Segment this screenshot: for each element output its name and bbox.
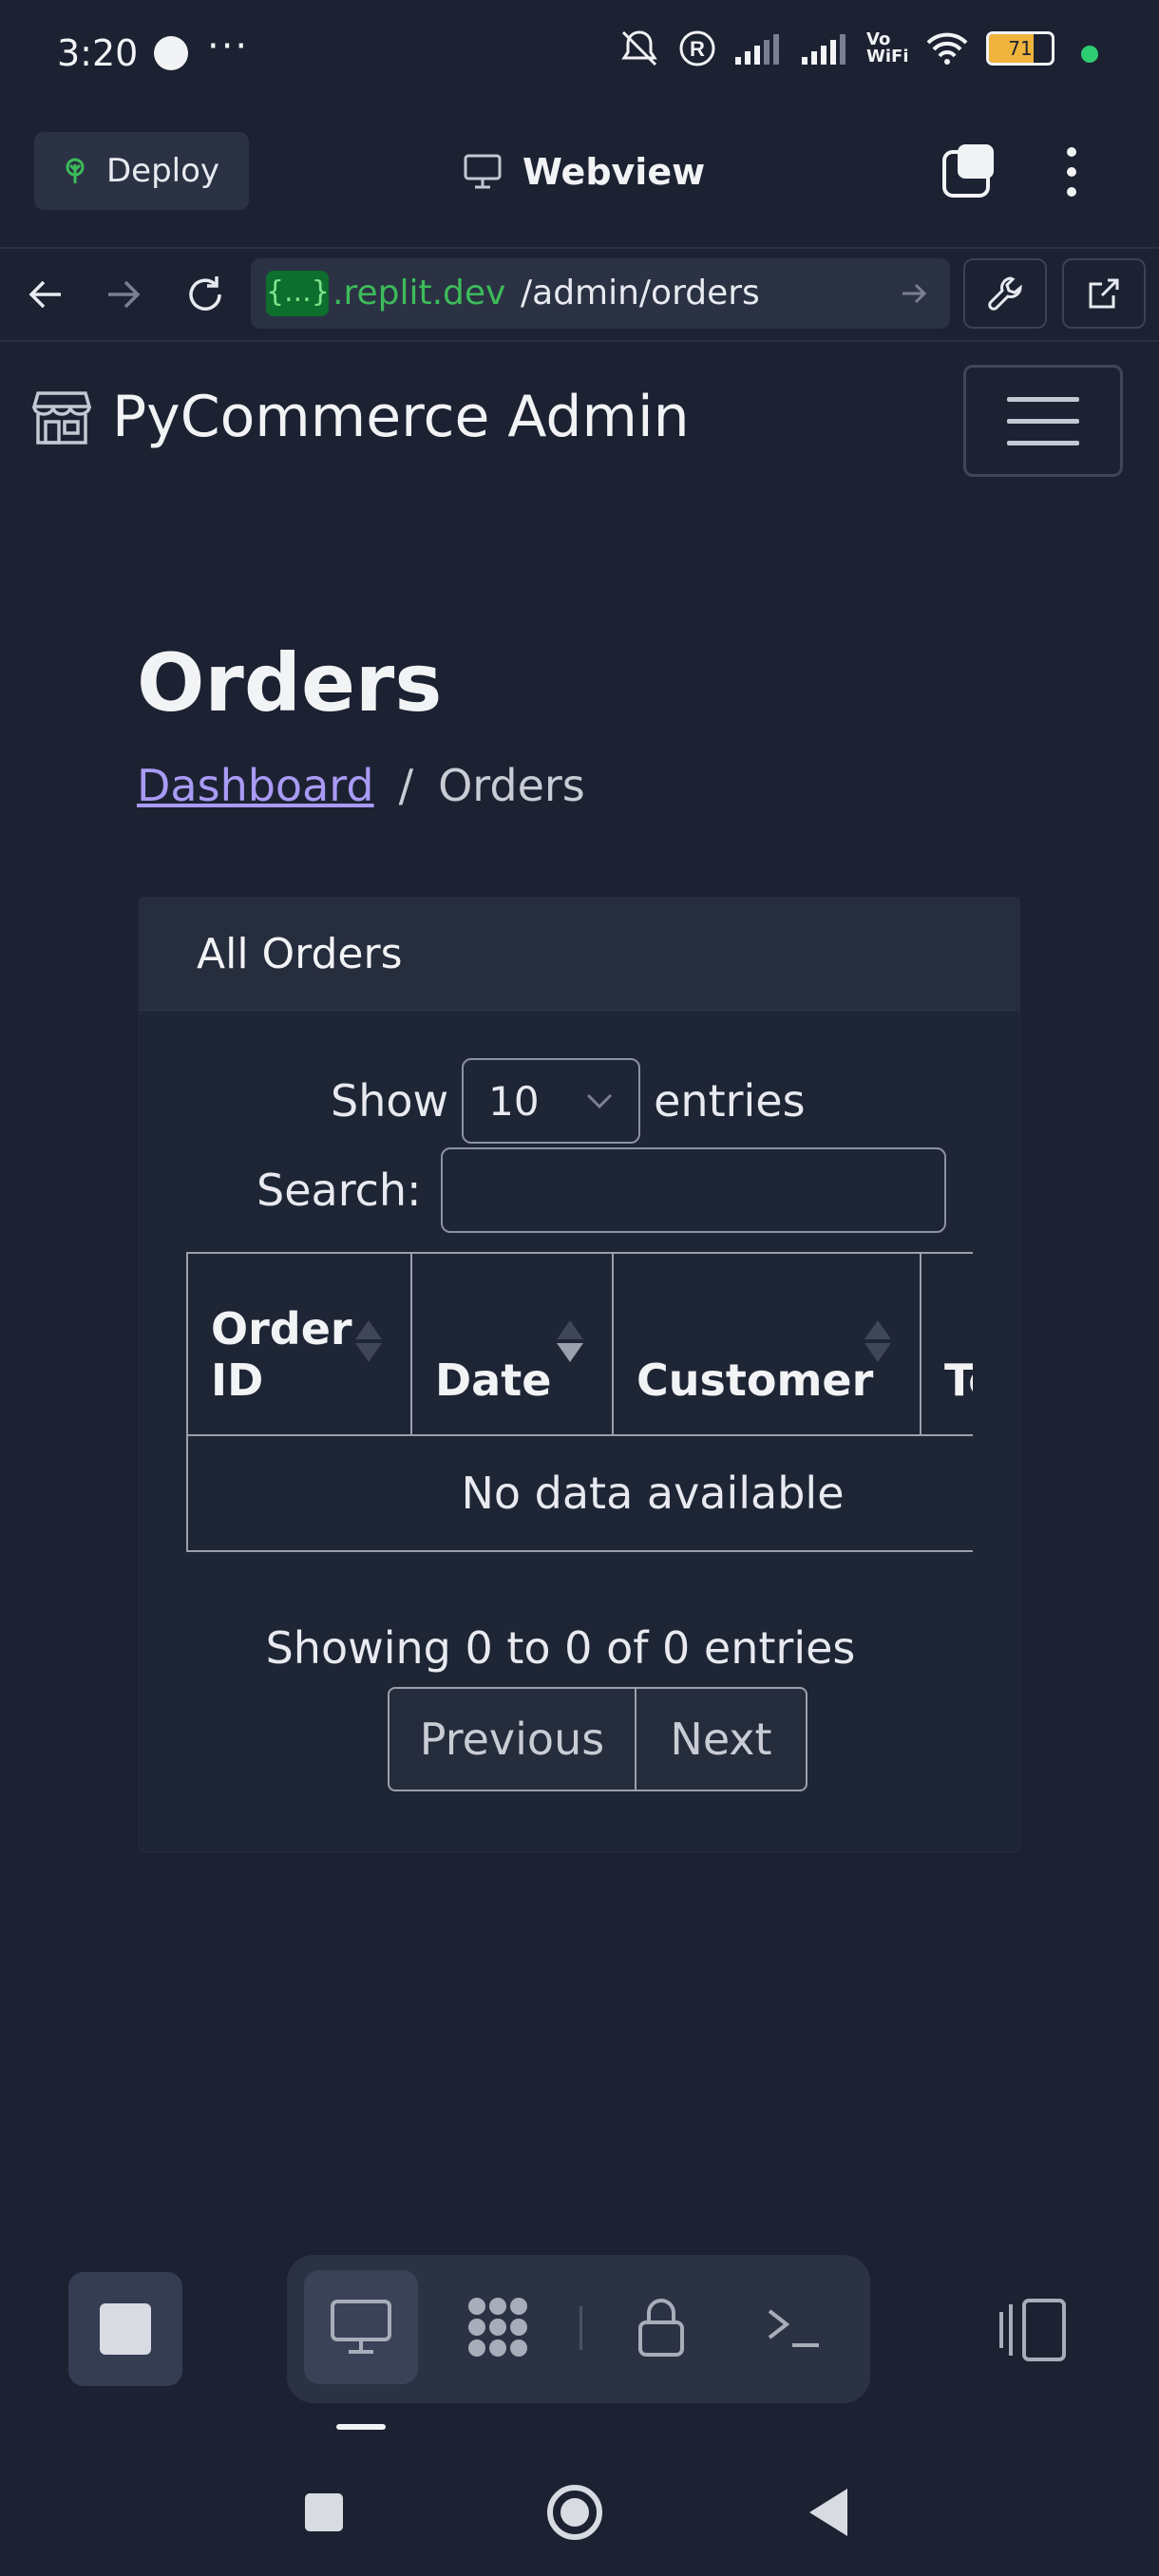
tool-divider xyxy=(580,2306,582,2350)
column-label: Order ID xyxy=(211,1303,352,1406)
messenger-icon xyxy=(154,36,188,70)
home-icon[interactable] xyxy=(545,2483,604,2542)
column-label: Date xyxy=(435,1354,552,1406)
table-header-row: Order ID Date Customer To xyxy=(186,1252,973,1436)
battery-icon: 71 xyxy=(986,31,1054,66)
mute-icon xyxy=(621,30,657,66)
breadcrumb: Dashboard / Orders xyxy=(137,760,585,811)
stop-button[interactable] xyxy=(68,2272,182,2386)
webview-tool-button[interactable] xyxy=(304,2270,418,2384)
more-vertical-icon[interactable] xyxy=(1053,142,1091,201)
deploy-label: Deploy xyxy=(106,152,220,190)
search-label: Search: xyxy=(256,1165,422,1216)
forward-button[interactable] xyxy=(97,268,150,321)
orders-table: Order ID Date Customer To No data availa… xyxy=(186,1252,973,1552)
breadcrumb-dashboard-link[interactable]: Dashboard xyxy=(137,760,374,811)
svg-text:R: R xyxy=(690,37,705,61)
tool-switcher xyxy=(287,2255,870,2403)
webview-label: Webview xyxy=(522,151,706,193)
go-arrow-icon[interactable] xyxy=(899,277,931,310)
menu-icon-bar xyxy=(1007,440,1079,445)
status-icons: R Vo WiFi 71 xyxy=(618,28,1054,68)
sort-icon xyxy=(864,1320,891,1362)
chevron-down-icon xyxy=(587,1093,613,1109)
brand-name: PyCommerce Admin xyxy=(112,384,690,450)
webview-tab-title[interactable]: Webview xyxy=(464,142,705,201)
arrow-right-icon xyxy=(108,280,141,309)
breadcrumb-separator: / xyxy=(398,760,414,811)
device-preview-icon[interactable] xyxy=(998,2297,1068,2363)
monitor-icon xyxy=(464,154,502,189)
signal-icon xyxy=(802,34,846,65)
open-external-button[interactable] xyxy=(1062,258,1146,329)
search-input[interactable] xyxy=(440,1147,946,1233)
external-link-icon xyxy=(1089,278,1119,309)
url-prefix: {...} xyxy=(266,271,330,316)
column-label: To xyxy=(944,1354,973,1406)
card-title: All Orders xyxy=(197,930,403,978)
back-button[interactable] xyxy=(19,268,72,321)
wrench-icon xyxy=(988,276,1022,311)
status-overflow: ··· xyxy=(207,25,250,68)
status-dot xyxy=(1081,46,1098,63)
table-info: Showing 0 to 0 of 0 entries xyxy=(265,1622,856,1674)
store-icon xyxy=(32,391,91,445)
status-bar: 3:20 ··· R Vo WiFi 71 xyxy=(0,0,1159,109)
stop-icon xyxy=(100,2303,151,2355)
sort-desc-icon xyxy=(557,1320,583,1362)
apps-grid-icon xyxy=(468,2298,527,2357)
reload-icon xyxy=(189,276,221,311)
url-domain: .replit.dev xyxy=(332,274,506,313)
breadcrumb-current: Orders xyxy=(438,760,585,811)
registered-icon: R xyxy=(679,30,715,66)
wifi-icon xyxy=(926,32,968,65)
show-label: Show xyxy=(331,1075,449,1127)
secrets-tool-button[interactable] xyxy=(604,2270,718,2384)
pagination: Previous Next xyxy=(388,1687,808,1791)
column-header-date[interactable]: Date xyxy=(410,1252,614,1436)
signal-icon xyxy=(735,34,779,65)
next-page-button[interactable]: Next xyxy=(636,1687,808,1791)
deploy-button[interactable]: Deploy xyxy=(34,132,249,210)
column-header-customer[interactable]: Customer xyxy=(612,1252,922,1436)
menu-icon-bar xyxy=(1007,396,1079,402)
reload-button[interactable] xyxy=(179,268,232,321)
android-navigation-bar xyxy=(0,2470,1159,2576)
entries-select-value: 10 xyxy=(488,1077,540,1125)
apps-tool-button[interactable] xyxy=(441,2270,555,2384)
page-title: Orders xyxy=(137,636,443,729)
column-header-total[interactable]: To xyxy=(920,1252,973,1436)
recents-icon[interactable] xyxy=(302,2491,346,2534)
brand[interactable]: PyCommerce Admin xyxy=(32,384,690,450)
table-search: Search: xyxy=(256,1147,946,1233)
terminal-icon xyxy=(768,2309,819,2347)
devtools-button[interactable] xyxy=(963,258,1047,329)
column-label: Customer xyxy=(636,1354,874,1406)
lock-icon xyxy=(638,2299,684,2357)
orders-table-wrapper: Order ID Date Customer To No data availa… xyxy=(186,1252,973,1556)
card-header: All Orders xyxy=(140,898,1019,1011)
url-bar[interactable]: {...} .replit.dev /admin/orders xyxy=(251,258,950,329)
navbar-toggle-button[interactable] xyxy=(963,365,1123,477)
previous-page-button[interactable]: Previous xyxy=(388,1687,636,1791)
table-row: No data available xyxy=(186,1434,973,1552)
menu-icon-bar xyxy=(1007,418,1079,424)
active-tool-indicator xyxy=(336,2424,386,2430)
entries-select[interactable]: 10 xyxy=(462,1058,641,1144)
entries-label: entries xyxy=(654,1075,806,1127)
sort-icon xyxy=(355,1320,382,1362)
empty-table-message: No data available xyxy=(186,1434,973,1552)
back-icon[interactable] xyxy=(806,2485,851,2540)
vowifi-icon: Vo WiFi xyxy=(866,29,909,66)
entries-length-control: Show 10 entries xyxy=(331,1058,806,1144)
arrow-left-icon xyxy=(28,280,61,309)
status-time: 3:20 xyxy=(57,32,139,74)
tabs-icon[interactable] xyxy=(940,142,999,201)
monitor-icon xyxy=(331,2300,391,2354)
url-path: /admin/orders xyxy=(521,274,760,313)
deploy-icon xyxy=(66,158,85,183)
shell-tool-button[interactable] xyxy=(737,2270,851,2384)
column-header-order-id[interactable]: Order ID xyxy=(186,1252,412,1436)
